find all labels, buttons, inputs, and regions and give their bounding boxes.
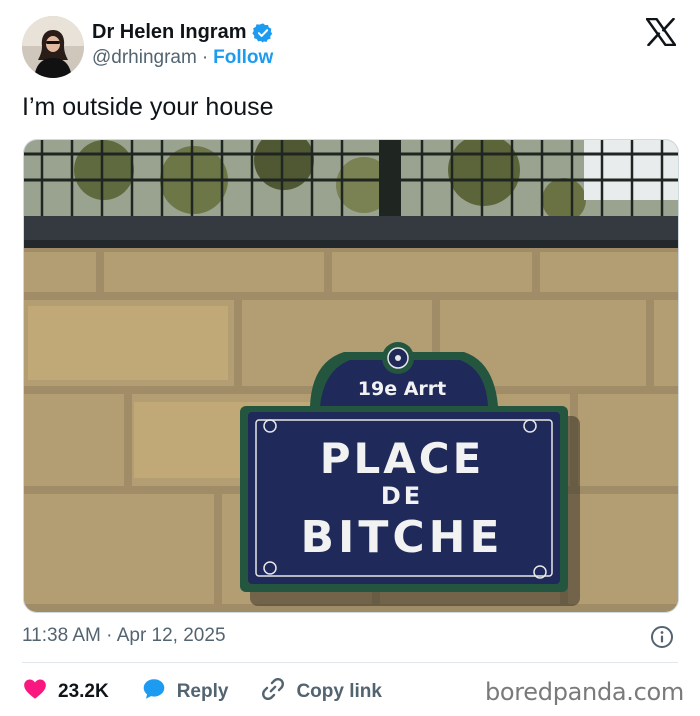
avatar[interactable] [22,16,84,78]
verified-badge-icon [252,22,274,44]
x-logo-icon[interactable] [645,17,677,47]
info-icon[interactable] [650,625,674,649]
tweet-timestamp[interactable]: 11:38 AM · Apr 12, 2025 [22,625,226,647]
author-name-row: Dr Helen Ingram [92,21,274,44]
follow-button[interactable]: Follow [213,47,273,69]
avatar-photo [22,16,84,78]
action-bar: 23.2K Reply Copy link [22,676,414,708]
like-count: 23.2K [58,681,109,702]
author-name[interactable]: Dr Helen Ingram [92,21,246,44]
like-button[interactable]: 23.2K [22,676,109,708]
divider [22,662,678,663]
reply-label: Reply [176,681,229,702]
speech-bubble-icon [141,676,167,708]
watermark: boredpanda.com [484,678,684,706]
copy-link-button[interactable]: Copy link [260,676,382,708]
author-handle[interactable]: @drhingram [92,47,197,69]
sign-line-3: BITCHE [300,512,503,563]
sign-line-1: PLACE [320,434,485,483]
reply-button[interactable]: Reply [141,676,229,708]
tweet-text: I’m outside your house [22,93,274,121]
link-icon [260,676,286,708]
sign-district: 19e Arrt [358,378,446,400]
separator: · [201,47,209,68]
sign-line-2: DE [381,482,423,510]
heart-icon [22,676,48,708]
author-handle-row: @drhingram · Follow [92,47,273,69]
tweet-photo[interactable]: 19e Arrt PLACE DE BITCHE [23,139,679,613]
street-sign-photo: 19e Arrt PLACE DE BITCHE [24,140,678,612]
copy-link-label: Copy link [296,681,382,702]
